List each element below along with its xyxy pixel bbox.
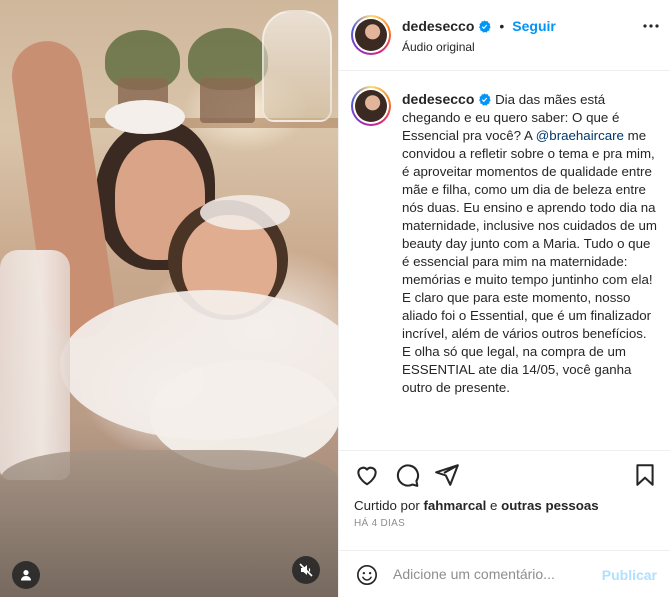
liked-by-user-link[interactable]: fahmarcal	[423, 498, 486, 513]
caption-mention-link[interactable]: @braehaircare	[536, 128, 624, 143]
follow-button[interactable]: Seguir	[512, 18, 556, 34]
separator-dot: •	[499, 18, 505, 34]
action-bar	[339, 450, 670, 480]
caption-body-end: me convidou a refletir sobre o tema e pr…	[402, 128, 658, 341]
caption-text: dedesecco Dia das mães está chegando e e…	[402, 90, 657, 397]
tagged-users-button[interactable]	[12, 561, 40, 589]
send-icon[interactable]	[434, 462, 460, 488]
heart-icon[interactable]	[354, 462, 380, 488]
bookmark-icon[interactable]	[632, 462, 658, 488]
product-bottle	[0, 250, 70, 480]
author-avatar[interactable]	[351, 15, 391, 55]
user-icon	[21, 570, 31, 581]
post-header: dedesecco • Seguir Áudio original	[339, 0, 670, 71]
caption-section: dedesecco Dia das mães está chegando e e…	[339, 72, 670, 450]
author-line: dedesecco • Seguir	[402, 18, 556, 34]
muted-speaker-icon	[299, 563, 313, 577]
comment-bar: Publicar	[339, 550, 670, 597]
post-media[interactable]	[0, 0, 338, 597]
bathtub-edge	[0, 450, 338, 597]
foam	[200, 195, 290, 230]
mute-toggle-button[interactable]	[292, 556, 320, 584]
liked-by-others-link[interactable]: outras pessoas	[501, 498, 599, 513]
likes-summary: Curtido por fahmarcal e outras pessoas	[354, 498, 599, 513]
emoji-icon[interactable]	[356, 564, 378, 586]
author-username[interactable]: dedesecco	[402, 18, 474, 34]
comment-icon[interactable]	[394, 462, 420, 488]
post-timestamp[interactable]: HÁ 4 DIAS	[354, 518, 405, 529]
glass-jar	[262, 10, 332, 122]
publish-button[interactable]: Publicar	[602, 567, 657, 583]
post-sidebar: dedesecco • Seguir Áudio original dedese…	[338, 0, 670, 597]
caption-paragraph-2: E olha só que legal, na compra de um ESS…	[402, 344, 632, 395]
caption-author-avatar[interactable]	[351, 86, 391, 126]
liked-by-connector: e	[490, 498, 498, 513]
foam	[105, 100, 185, 134]
verified-badge-icon	[479, 19, 492, 33]
verified-badge-icon	[479, 93, 492, 106]
audio-label[interactable]: Áudio original	[402, 40, 475, 54]
comment-input[interactable]	[393, 563, 598, 585]
caption-author-username[interactable]: dedesecco	[402, 91, 474, 107]
plant-pot	[200, 78, 255, 123]
liked-by-prefix: Curtido por	[354, 498, 420, 513]
more-options-icon[interactable]	[643, 24, 659, 28]
